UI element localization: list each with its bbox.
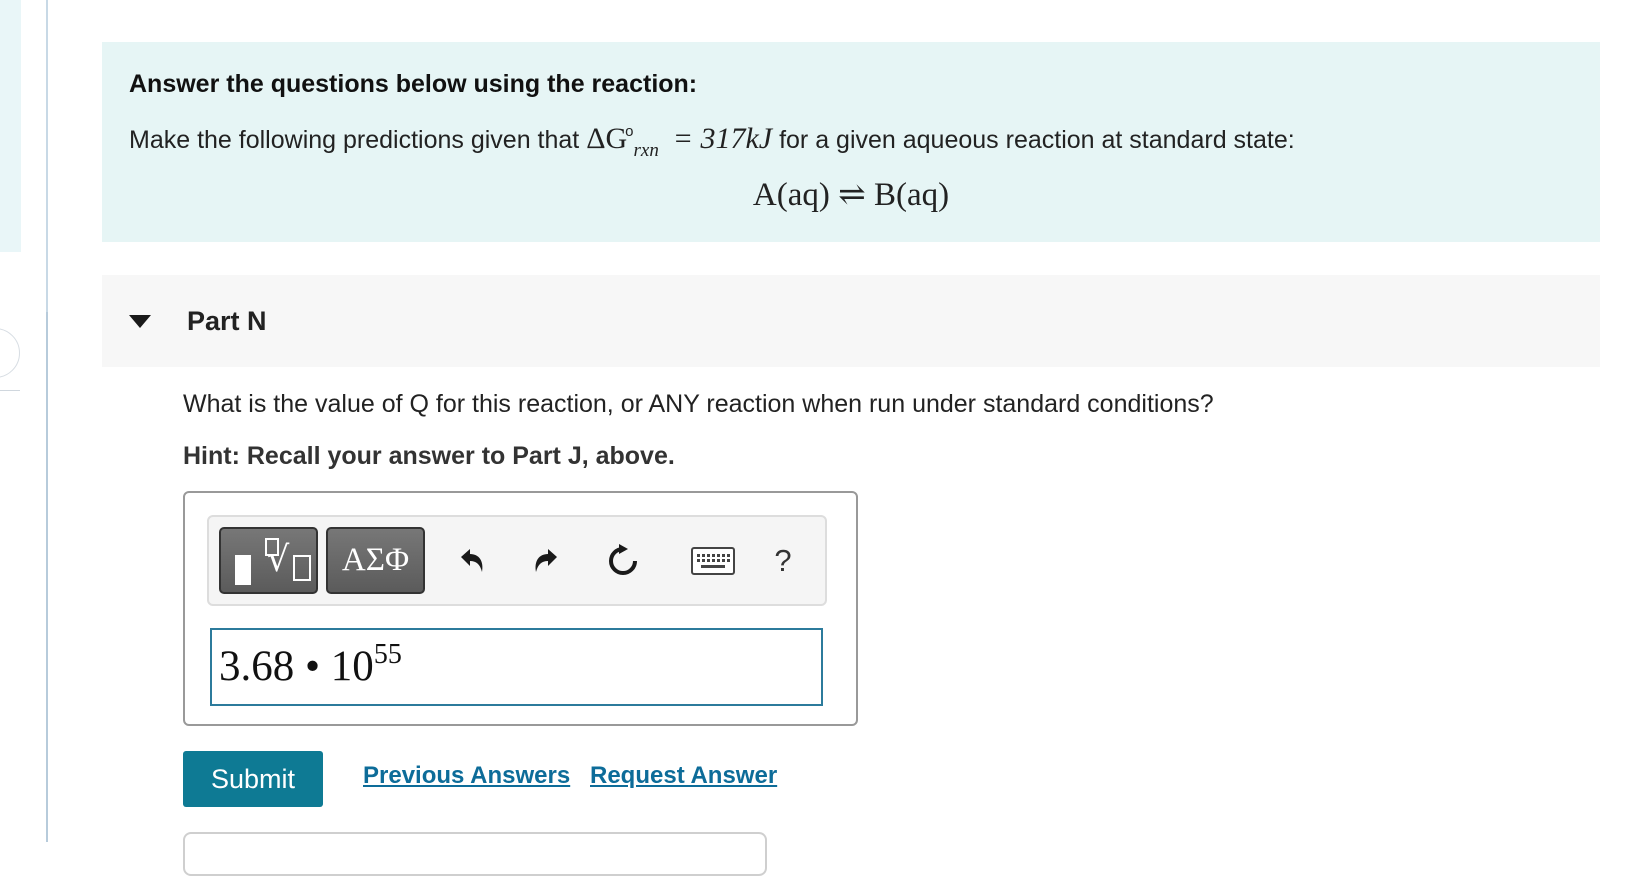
submit-button[interactable]: Submit	[183, 751, 323, 807]
left-divider-active	[46, 312, 48, 842]
answer-input[interactable]: 3.68 • 1055	[210, 628, 823, 706]
hint-text: Hint: Recall your answer to Part J, abov…	[183, 442, 675, 470]
intro-text: Make the following predictions given tha…	[129, 122, 1295, 161]
previous-answers-link[interactable]: Previous Answers	[363, 762, 570, 790]
delta-g-subscript: rxn	[633, 140, 659, 161]
question-text: What is the value of Q for this reaction…	[183, 390, 1214, 418]
answer-value: 3.68 • 1055	[219, 639, 402, 691]
reset-button[interactable]	[601, 539, 645, 583]
intro-panel: Answer the questions below using the rea…	[102, 42, 1600, 242]
redo-button[interactable]	[525, 539, 569, 583]
templates-button[interactable]: √	[219, 527, 318, 594]
keyboard-button[interactable]	[685, 539, 741, 583]
nav-divider	[0, 390, 20, 391]
part-title: Part N	[187, 306, 267, 336]
intro-text-before: Make the following predictions given tha…	[129, 126, 587, 154]
undo-icon	[461, 549, 483, 572]
delta-g-value: = 317kJ	[672, 122, 773, 155]
collapse-triangle-icon[interactable]	[129, 315, 151, 328]
feedback-box	[183, 832, 767, 876]
intro-text-after: for a given aqueous reaction at standard…	[772, 126, 1295, 154]
reaction-equation: A(aq) ⇌ B(aq)	[752, 177, 950, 213]
left-sidebar-strip	[0, 0, 21, 252]
previous-nav-circle[interactable]	[0, 328, 20, 378]
keyboard-icon	[691, 547, 735, 575]
answer-exponent: 55	[373, 639, 402, 670]
delta-g-superscript: o	[625, 123, 634, 140]
part-header[interactable]: Part N	[102, 275, 1600, 367]
intro-title: Answer the questions below using the rea…	[129, 70, 698, 98]
delta-g-symbol: ΔG	[586, 122, 628, 155]
redo-icon	[535, 549, 557, 572]
answer-box: √ ΑΣΦ ? 3.68 • 1055	[183, 491, 858, 726]
undo-button[interactable]	[449, 539, 493, 583]
reset-icon	[609, 544, 637, 575]
math-toolbar: √ ΑΣΦ ?	[207, 515, 827, 606]
answer-mantissa: 3.68 • 10	[219, 643, 374, 690]
request-answer-link[interactable]: Request Answer	[590, 762, 777, 790]
greek-symbols-button[interactable]: ΑΣΦ	[326, 527, 425, 594]
help-button[interactable]: ?	[761, 539, 805, 583]
